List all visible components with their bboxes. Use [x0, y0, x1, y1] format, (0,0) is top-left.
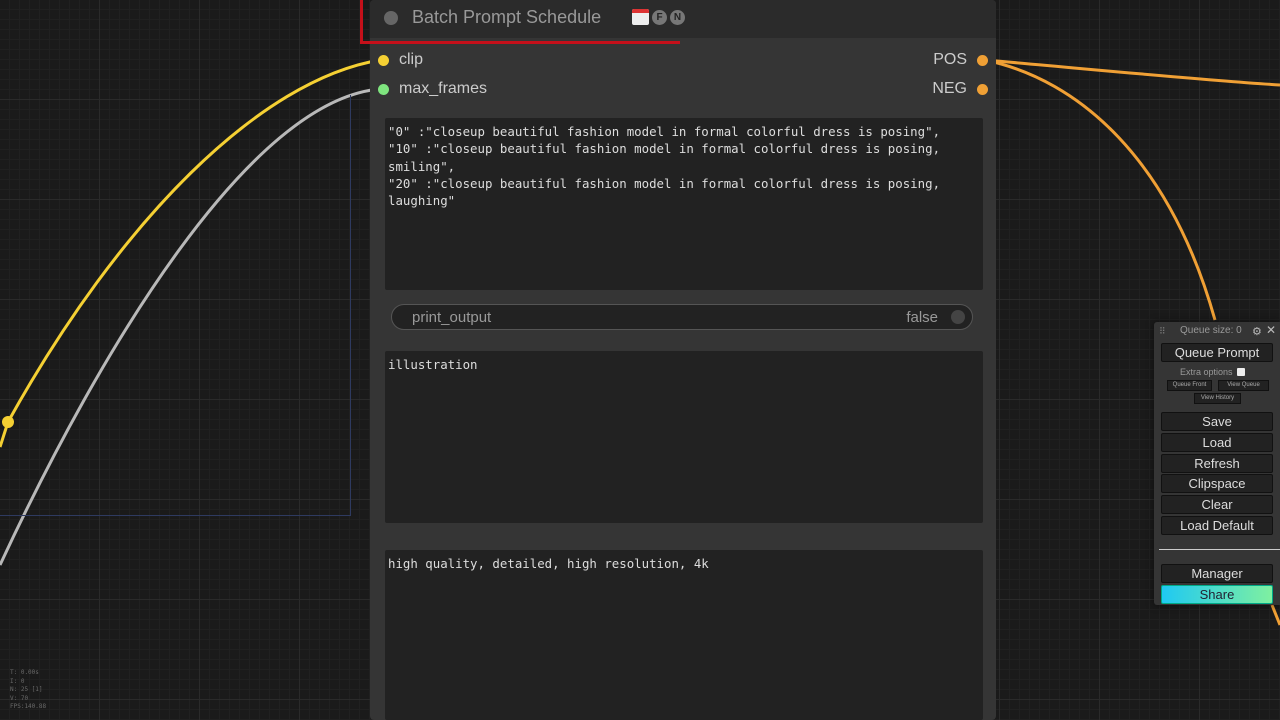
refresh-button[interactable]: Refresh: [1161, 454, 1273, 473]
badge-n: N: [670, 9, 685, 25]
menu-divider: [1159, 549, 1280, 550]
load-button[interactable]: Load: [1161, 433, 1273, 452]
output-slot-label: POS: [933, 51, 967, 68]
neg-slot-dot-icon[interactable]: [977, 83, 988, 95]
toggle-knob-icon[interactable]: [951, 310, 965, 324]
view-history-button[interactable]: View History: [1194, 393, 1241, 404]
node-title-bar[interactable]: Batch Prompt Schedule F N: [370, 0, 996, 38]
manager-button[interactable]: Manager: [1161, 564, 1273, 583]
input-slot-label: clip: [399, 51, 424, 68]
clipspace-button[interactable]: Clipspace: [1161, 474, 1273, 493]
batch-prompt-schedule-node[interactable]: Batch Prompt Schedule F N clip max_frame…: [370, 0, 996, 720]
input-slot-clip[interactable]: clip: [378, 49, 423, 71]
input-slot-label: max_frames: [399, 80, 488, 97]
collapse-toggle-icon[interactable]: [384, 11, 398, 25]
drag-handle-icon[interactable]: ⠿: [1159, 326, 1166, 337]
print-output-toggle[interactable]: print_output false: [391, 304, 973, 330]
extra-options-label: Extra options: [1180, 367, 1233, 377]
queue-menu-panel: ⠿ Queue size: 0 ⚙ ✕ Queue Prompt Extra o…: [1154, 322, 1280, 605]
calendar-icon: [632, 9, 649, 25]
load-default-button[interactable]: Load Default: [1161, 516, 1273, 535]
toggle-label: print_output: [412, 309, 492, 326]
toggle-value: false: [906, 309, 938, 326]
badge-f: F: [652, 9, 667, 25]
output-slot-label: NEG: [932, 80, 967, 97]
output-slot-pos[interactable]: POS: [933, 49, 988, 71]
app-text-input[interactable]: high quality, detailed, high resolution,…: [385, 550, 983, 720]
neg-output-wire-tail: [1270, 604, 1280, 626]
canvas-stats: T: 0.00s I: 0 N: 25 [1] V: 70 FPS:140.88: [10, 669, 47, 711]
queue-size-label: Queue size: 0: [1180, 325, 1242, 336]
schedule-text-input[interactable]: "0" :"closeup beautiful fashion model in…: [385, 118, 983, 290]
input-slot-max-frames[interactable]: max_frames: [378, 78, 487, 100]
neg-output-wire: [984, 58, 1217, 321]
share-button[interactable]: Share: [1161, 585, 1273, 604]
save-button[interactable]: Save: [1161, 412, 1273, 431]
queue-front-button[interactable]: Queue Front: [1167, 380, 1212, 391]
output-slot-neg[interactable]: NEG: [932, 78, 988, 100]
close-icon[interactable]: ✕: [1266, 323, 1276, 337]
queue-prompt-button[interactable]: Queue Prompt: [1161, 343, 1273, 362]
node-badges: F N: [632, 9, 685, 25]
clip-slot-dot-icon[interactable]: [378, 54, 389, 66]
clear-button[interactable]: Clear: [1161, 495, 1273, 514]
view-queue-button[interactable]: View Queue: [1218, 380, 1269, 391]
pre-text-input[interactable]: illustration: [385, 351, 983, 523]
max-frames-slot-dot-icon[interactable]: [378, 83, 389, 95]
group-outline: [0, 95, 351, 516]
extra-options-row: Extra options: [1180, 367, 1245, 377]
extra-options-checkbox[interactable]: [1236, 368, 1245, 376]
pos-slot-dot-icon[interactable]: [977, 54, 988, 66]
gear-icon[interactable]: ⚙: [1252, 325, 1262, 338]
node-title: Batch Prompt Schedule: [412, 7, 602, 27]
